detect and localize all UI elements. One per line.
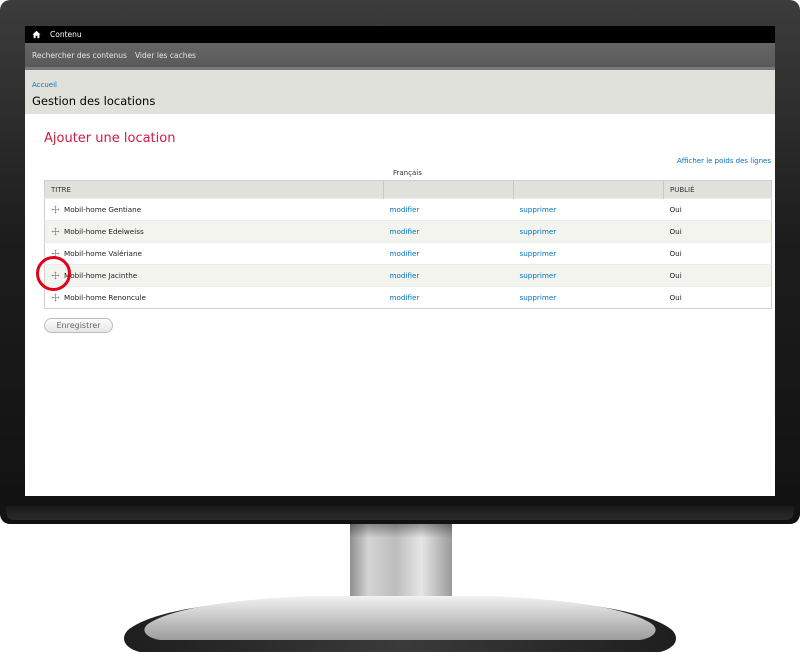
show-row-weights-link[interactable]: Afficher le poids des lignes (677, 157, 771, 165)
delete-link[interactable]: supprimer (520, 249, 557, 258)
shortcut-search-content[interactable]: Rechercher des contenus (32, 51, 127, 60)
delete-link[interactable]: supprimer (520, 293, 557, 302)
page-header: Accueil Gestion des locations (25, 67, 775, 114)
edit-link[interactable]: modifier (390, 227, 420, 236)
locations-table: Titre Publié Mobil-home Gentiane modifie… (44, 180, 772, 309)
table-row: Mobil-home Valériane modifier supprimer … (44, 242, 772, 265)
shortcuts-bar: Rechercher des contenus Vider les caches (25, 43, 775, 67)
delete-link[interactable]: supprimer (520, 227, 557, 236)
table-row: Mobil-home Gentiane modifier supprimer O… (44, 198, 772, 221)
column-header-delete (513, 180, 664, 199)
add-location-heading[interactable]: Ajouter une location (44, 131, 175, 146)
save-button[interactable]: Enregistrer (44, 318, 113, 333)
column-header-edit (383, 180, 514, 199)
toolbar-content-link[interactable]: Contenu (50, 30, 82, 39)
monitor-frame: Contenu Rechercher des contenus Vider le… (0, 0, 800, 524)
column-header-published: Publié (663, 180, 772, 199)
drag-handle-icon[interactable] (51, 293, 60, 302)
column-header-title: Titre (44, 180, 384, 199)
table-header-row: Titre Publié (44, 180, 772, 199)
shortcut-clear-cache[interactable]: Vider les caches (135, 51, 196, 60)
monitor-chin (6, 506, 794, 520)
edit-link[interactable]: modifier (390, 205, 420, 214)
table-row: Mobil-home Renoncule modifier supprimer … (44, 286, 772, 309)
edit-link[interactable]: modifier (390, 249, 420, 258)
table-row: Mobil-home Edelweiss modifier supprimer … (44, 220, 772, 243)
home-icon[interactable] (32, 30, 41, 39)
published-status: Oui (669, 249, 682, 258)
published-status: Oui (669, 205, 682, 214)
edit-link[interactable]: modifier (390, 293, 420, 302)
row-title: Mobil-home Valériane (64, 249, 142, 258)
table-row: Mobil-home Jacinthe modifier supprimer O… (44, 264, 772, 287)
delete-link[interactable]: supprimer (520, 271, 557, 280)
delete-link[interactable]: supprimer (520, 205, 557, 214)
admin-toolbar: Contenu (25, 26, 775, 43)
drag-handle-icon[interactable] (51, 227, 60, 236)
monitor-neck-shadow (350, 524, 452, 538)
monitor-base (0, 596, 800, 658)
page-title: Gestion des locations (32, 94, 156, 108)
drag-handle-icon[interactable] (51, 205, 60, 214)
row-title: Mobil-home Jacinthe (64, 271, 138, 280)
published-status: Oui (669, 271, 682, 280)
row-title: Mobil-home Edelweiss (64, 227, 144, 236)
highlight-circle (36, 256, 71, 291)
screen: Contenu Rechercher des contenus Vider le… (25, 26, 775, 496)
published-status: Oui (669, 293, 682, 302)
row-title: Mobil-home Renoncule (64, 293, 146, 302)
edit-link[interactable]: modifier (390, 271, 420, 280)
language-label: Français (393, 169, 422, 177)
row-title: Mobil-home Gentiane (64, 205, 142, 214)
breadcrumb-home[interactable]: Accueil (32, 81, 57, 89)
published-status: Oui (669, 227, 682, 236)
